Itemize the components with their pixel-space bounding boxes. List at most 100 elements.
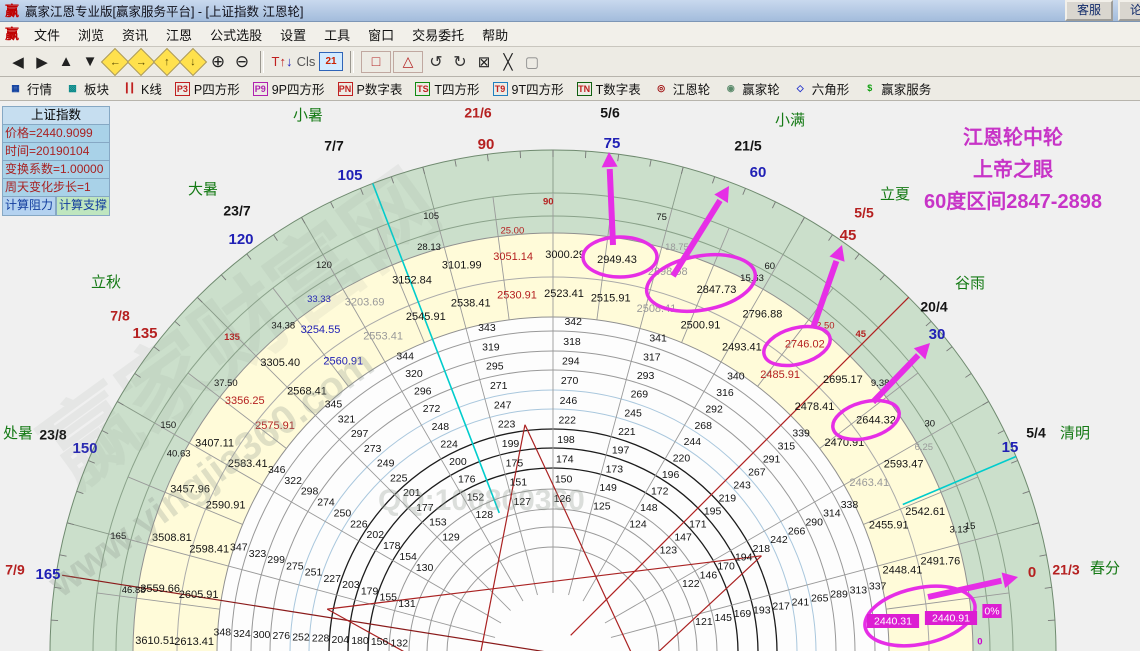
svg-text:274: 274 xyxy=(317,497,335,509)
svg-text:244: 244 xyxy=(684,436,702,448)
svg-text:5/5: 5/5 xyxy=(854,205,874,221)
svg-text:314: 314 xyxy=(823,508,841,520)
zoom-in-icon[interactable]: ⊕ xyxy=(207,50,229,74)
svg-text:299: 299 xyxy=(267,554,285,566)
svg-text:21/3: 21/3 xyxy=(1052,562,1079,578)
svg-text:320: 320 xyxy=(405,368,423,380)
app-window: 01530456075901051201351501651803.136.259… xyxy=(0,0,1140,651)
svg-text:297: 297 xyxy=(351,428,369,440)
menu-item-帮助[interactable]: 帮助 xyxy=(473,23,517,46)
行情-icon: ▦ xyxy=(11,82,20,93)
svg-text:3.13: 3.13 xyxy=(949,524,968,535)
eraser-icon[interactable]: ▢ xyxy=(521,50,543,74)
nav-left-icon[interactable]: ◀ xyxy=(7,50,29,74)
t-updown-icon[interactable]: T↑ ↓ xyxy=(271,50,293,74)
svg-text:129: 129 xyxy=(442,531,460,543)
svg-text:0: 0 xyxy=(977,636,982,647)
svg-text:30: 30 xyxy=(925,418,936,429)
svg-text:270: 270 xyxy=(561,375,579,387)
separator xyxy=(260,50,264,73)
tool-9P四方形[interactable]: P9 9P四方形 xyxy=(252,79,325,98)
rotate-ccw-icon[interactable]: ↺ xyxy=(425,50,447,74)
nav-up-icon[interactable]: ▲ xyxy=(55,50,77,74)
tool-9T四方形[interactable]: T9 9T四方形 xyxy=(492,79,564,98)
svg-text:300: 300 xyxy=(253,629,271,641)
tool-T四方形[interactable]: TS T四方形 xyxy=(415,79,480,98)
converge-icon[interactable]: ╳ xyxy=(497,50,519,74)
tool-板块[interactable]: ▩ 板块 xyxy=(65,79,109,98)
svg-text:272: 272 xyxy=(423,403,441,415)
nav-down-icon[interactable]: ▼ xyxy=(79,50,101,74)
menu-item-江恩[interactable]: 江恩 xyxy=(157,23,201,46)
svg-text:3101.99: 3101.99 xyxy=(442,260,482,272)
svg-text:197: 197 xyxy=(612,445,630,457)
menu-item-浏览[interactable]: 浏览 xyxy=(69,23,113,46)
tool-T数字表[interactable]: TN T数字表 xyxy=(576,79,641,98)
menu-item-交易委托[interactable]: 交易委托 xyxy=(403,23,473,46)
triangle-tool-icon[interactable]: △ xyxy=(393,50,423,73)
tool-赢家服务[interactable]: $ 赢家服务 xyxy=(862,79,931,98)
zoom-out-icon[interactable]: ⊖ xyxy=(231,50,253,74)
svg-text:341: 341 xyxy=(649,333,667,345)
svg-text:125: 125 xyxy=(593,501,611,513)
square-tool-icon[interactable]: □ xyxy=(361,50,391,73)
svg-text:271: 271 xyxy=(490,380,508,392)
tool-赢家轮[interactable]: ◉ 赢家轮 xyxy=(723,79,780,98)
menu-item-工具[interactable]: 工具 xyxy=(315,23,359,46)
svg-text:小暑: 小暑 xyxy=(293,107,323,124)
赢家轮-icon: ◉ xyxy=(726,82,735,93)
svg-text:124: 124 xyxy=(629,518,647,530)
pan-down-icon[interactable]: ↓ xyxy=(178,47,208,76)
svg-text:200: 200 xyxy=(449,456,467,468)
tool-P数字表[interactable]: PN P数字表 xyxy=(337,79,402,98)
titlebar-button-论坛[interactable]: 论坛 xyxy=(1117,0,1140,21)
panel-row: 时间=20190104 xyxy=(2,143,110,161)
pan-up-icon[interactable]: ↑ xyxy=(152,47,182,76)
pan-left-icon[interactable]: ← xyxy=(100,47,130,76)
titlebar-button-客服[interactable]: 客服 xyxy=(1064,0,1113,21)
svg-text:146: 146 xyxy=(700,569,718,581)
menu-item-公式选股[interactable]: 公式选股 xyxy=(201,23,271,46)
tool-行情[interactable]: ▦ 行情 xyxy=(8,79,52,98)
cls-button[interactable]: Cls xyxy=(295,50,317,74)
svg-text:2485.91: 2485.91 xyxy=(760,369,800,381)
svg-text:149: 149 xyxy=(599,482,617,494)
svg-text:132: 132 xyxy=(391,637,409,649)
tool-六角形[interactable]: ◇ 六角形 xyxy=(793,79,849,98)
T四方形-icon: TS xyxy=(415,81,431,96)
boxed-x-icon[interactable]: ⊠ xyxy=(473,50,495,74)
nav-right-icon[interactable]: ▶ xyxy=(31,50,53,74)
tool-label: 赢家轮 xyxy=(742,83,780,97)
江恩轮-icon: ◎ xyxy=(657,82,666,93)
svg-text:2478.41: 2478.41 xyxy=(795,401,835,413)
rotate-cw-icon[interactable]: ↻ xyxy=(449,50,471,74)
svg-text:2500.91: 2500.91 xyxy=(681,320,721,332)
svg-text:60: 60 xyxy=(750,164,767,181)
svg-text:2493.41: 2493.41 xyxy=(722,342,762,354)
svg-text:220: 220 xyxy=(673,453,691,465)
panel-row: 价格=2440.9099 xyxy=(2,125,110,143)
svg-text:199: 199 xyxy=(502,438,520,450)
tool-P四方形[interactable]: P3 P四方形 xyxy=(174,79,240,98)
calc-support-button[interactable]: 计算支撑 xyxy=(56,197,110,216)
calendar-icon[interactable]: 21 xyxy=(319,52,343,71)
menu-item-资讯[interactable]: 资讯 xyxy=(113,23,157,46)
svg-text:21/6: 21/6 xyxy=(464,105,491,121)
svg-text:178: 178 xyxy=(383,540,401,552)
menu-item-窗口[interactable]: 窗口 xyxy=(359,23,403,46)
calc-resistance-button[interactable]: 计算阻力 xyxy=(2,197,56,216)
svg-text:2530.91: 2530.91 xyxy=(497,290,537,302)
app-logo-icon: 赢 xyxy=(5,2,19,19)
svg-text:立秋: 立秋 xyxy=(91,274,121,291)
tool-江恩轮[interactable]: ◎ 江恩轮 xyxy=(654,79,710,98)
menu-item-设置[interactable]: 设置 xyxy=(271,23,315,46)
annotation-note-line: 60度区间2847-2898 xyxy=(924,191,1102,213)
svg-text:2440.91: 2440.91 xyxy=(932,612,970,624)
svg-text:221: 221 xyxy=(618,426,636,438)
svg-text:348: 348 xyxy=(214,627,232,639)
六角形-icon: ◇ xyxy=(796,82,804,93)
pan-right-icon[interactable]: → xyxy=(126,47,156,76)
menu-item-文件[interactable]: 文件 xyxy=(25,23,69,46)
svg-text:318: 318 xyxy=(563,336,581,348)
tool-K线[interactable]: ┃┃ K线 xyxy=(122,79,162,98)
